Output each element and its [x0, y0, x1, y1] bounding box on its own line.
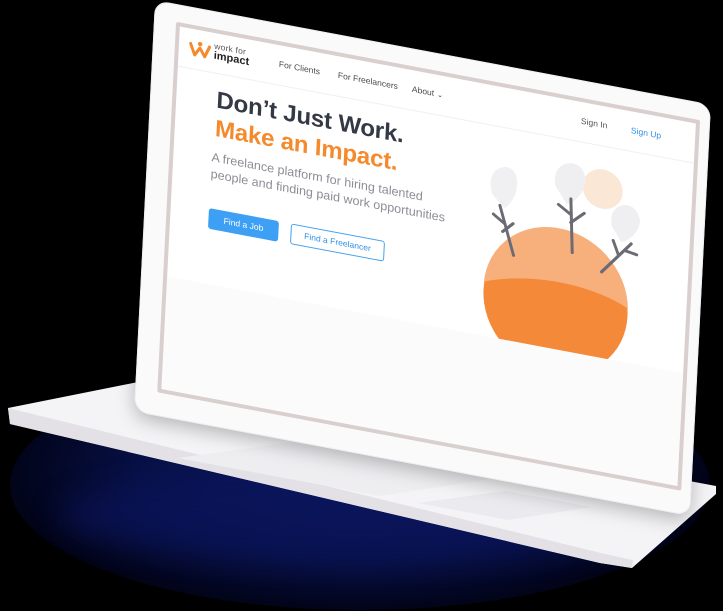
chevron-down-icon: ⌄	[436, 91, 444, 100]
logo-icon	[188, 41, 212, 59]
laptop-screen: work for impact For Clients For Freelanc…	[132, 0, 723, 568]
find-a-freelancer-button[interactable]: Find a Freelancer	[289, 223, 385, 262]
logo[interactable]: work for impact	[188, 36, 269, 78]
laptop-lid: work for impact For Clients For Freelanc…	[134, 0, 711, 517]
laptop: work for impact For Clients For Freelanc…	[0, 0, 723, 611]
nav-for-freelancers[interactable]: For Freelancers	[338, 70, 399, 91]
sign-in-link[interactable]: Sign In	[581, 116, 608, 131]
nav-about-label: About	[411, 83, 435, 98]
sign-up-link[interactable]: Sign Up	[631, 125, 662, 140]
nav-about[interactable]: About ⌄	[412, 84, 444, 100]
nav-for-clients[interactable]: For Clients	[279, 59, 321, 77]
find-a-job-button[interactable]: Find a Job	[207, 208, 279, 242]
display: work for impact For Clients For Freelanc…	[157, 21, 701, 491]
website: work for impact For Clients For Freelanc…	[161, 26, 696, 487]
